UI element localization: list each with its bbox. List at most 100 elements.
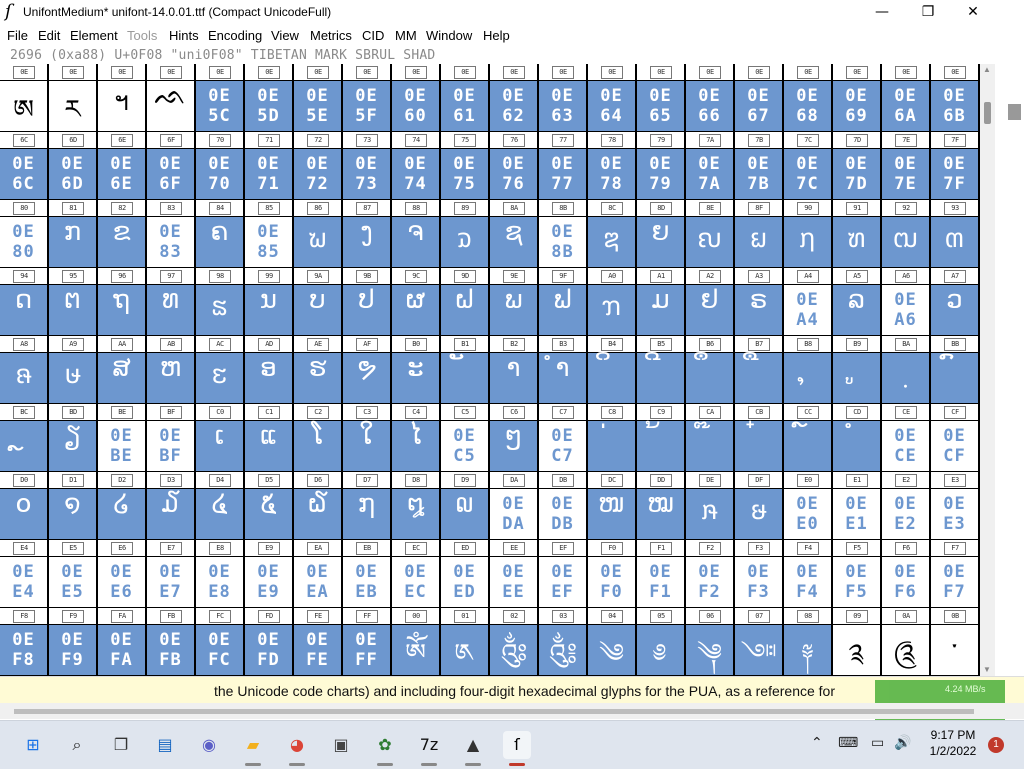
glyph-cell[interactable]: 82 ຂ bbox=[98, 200, 145, 267]
glyph-cell[interactable]: 6D 0E 6D bbox=[49, 132, 96, 199]
glyph-cell[interactable]: E0 0E E0 bbox=[784, 472, 831, 539]
glyph-cell[interactable]: D3 ໓ bbox=[147, 472, 194, 539]
glyph-cell[interactable]: 0B ་ bbox=[931, 608, 978, 675]
close-button[interactable]: ✕ bbox=[950, 0, 996, 24]
menu-file[interactable]: File bbox=[7, 28, 28, 43]
glyph-cell[interactable]: 0E 0E 63 bbox=[539, 64, 586, 131]
menu-window[interactable]: Window bbox=[426, 28, 472, 43]
glyph-cell[interactable]: 92 ຒ bbox=[882, 200, 929, 267]
glyph-cell[interactable]: D1 ໑ bbox=[49, 472, 96, 539]
glyph-cell[interactable]: D7 ໗ bbox=[343, 472, 390, 539]
glyph-cell[interactable]: 03 ༃ bbox=[539, 608, 586, 675]
glyph-cell[interactable]: B9ູ bbox=[833, 336, 880, 403]
glyph-cell[interactable]: 09 ༉ bbox=[833, 608, 880, 675]
7zip-icon[interactable]: 7z bbox=[415, 731, 443, 759]
glyph-cell[interactable]: FE 0E FE bbox=[294, 608, 341, 675]
glyph-cell[interactable]: 8C ຌ bbox=[588, 200, 635, 267]
glyph-cell[interactable]: 0E 0E 67 bbox=[735, 64, 782, 131]
glyph-cell[interactable]: F3 0E F3 bbox=[735, 540, 782, 607]
glyph-cell[interactable]: 85 0E 85 bbox=[245, 200, 292, 267]
glyph-cell[interactable]: 0E 0E 69 bbox=[833, 64, 880, 131]
glyph-cell[interactable]: B4ິ bbox=[588, 336, 635, 403]
glyph-cell[interactable]: 8E ຎ bbox=[686, 200, 733, 267]
glyph-cell[interactable]: D8 ໘ bbox=[392, 472, 439, 539]
glyph-cell[interactable]: 0E 0E 5E bbox=[294, 64, 341, 131]
glyph-cell[interactable]: CB໋ bbox=[735, 404, 782, 471]
glyph-cell[interactable]: B2 າ bbox=[490, 336, 537, 403]
glyph-cell[interactable]: 7F 0E 7F bbox=[931, 132, 978, 199]
glyph-cell[interactable]: C8່ bbox=[588, 404, 635, 471]
glyph-cell[interactable]: 9F ຟ bbox=[539, 268, 586, 335]
glyph-cell[interactable]: 9C ຜ bbox=[392, 268, 439, 335]
glyph-cell[interactable]: A9 ຩ bbox=[49, 336, 96, 403]
glyph-cell[interactable]: 93 ຓ bbox=[931, 200, 978, 267]
glyph-cell[interactable]: A0 ຠ bbox=[588, 268, 635, 335]
glyph-cell[interactable]: D5 ໕ bbox=[245, 472, 292, 539]
glyph-cell[interactable]: CF 0E CF bbox=[931, 404, 978, 471]
glyph-cell[interactable]: DA 0E DA bbox=[490, 472, 537, 539]
glyph-cell[interactable]: EB 0E EB bbox=[343, 540, 390, 607]
glyph-cell[interactable]: A5 ລ bbox=[833, 268, 880, 335]
glyph-cell[interactable]: 83 0E 83 bbox=[147, 200, 194, 267]
glyph-cell[interactable]: AF ຯ bbox=[343, 336, 390, 403]
glyph-cell[interactable]: 75 0E 75 bbox=[441, 132, 488, 199]
teams-chat-icon[interactable]: ◉ bbox=[195, 731, 223, 759]
glyph-cell[interactable]: 8B 0E 8B bbox=[539, 200, 586, 267]
glyph-cell[interactable]: F8 0E F8 bbox=[0, 608, 47, 675]
glyph-cell[interactable]: E5 0E E5 bbox=[49, 540, 96, 607]
maximize-button[interactable]: ❐ bbox=[905, 0, 951, 24]
glyph-cell[interactable]: 91 ຑ bbox=[833, 200, 880, 267]
fontforge-taskbar-icon[interactable]: ſ bbox=[503, 731, 531, 759]
glyph-cell[interactable]: 02 ༂ bbox=[490, 608, 537, 675]
glyph-cell[interactable]: D2 ໒ bbox=[98, 472, 145, 539]
glyph-cell[interactable]: 6E 0E 6E bbox=[98, 132, 145, 199]
glyph-cell[interactable]: B6ຶ bbox=[686, 336, 733, 403]
glyph-cell[interactable]: BD ຽ bbox=[49, 404, 96, 471]
glyph-cell[interactable]: 0E 0E 65 bbox=[637, 64, 684, 131]
volume-icon[interactable]: 🔊 bbox=[894, 735, 911, 751]
glyph-cell[interactable]: F0 0E F0 bbox=[588, 540, 635, 607]
glyph-cell[interactable]: E6 0E E6 bbox=[98, 540, 145, 607]
glyph-cell[interactable]: 0E ᨒ bbox=[147, 64, 194, 131]
horizontal-scrollbar[interactable] bbox=[0, 703, 1024, 719]
glyph-cell[interactable]: C0 ເ bbox=[196, 404, 243, 471]
image-viewer-icon[interactable]: ✿ bbox=[371, 731, 399, 759]
widgets-icon[interactable]: ▤ bbox=[151, 731, 179, 759]
glyph-cell[interactable]: DB 0E DB bbox=[539, 472, 586, 539]
glyph-cell[interactable]: 7E 0E 7E bbox=[882, 132, 929, 199]
glyph-cell[interactable]: 0A ༊ bbox=[882, 608, 929, 675]
glyph-cell[interactable]: 95 ຕ bbox=[49, 268, 96, 335]
glyph-cell[interactable]: 0E 0E 62 bbox=[490, 64, 537, 131]
glyph-cell[interactable]: 0E 0E 64 bbox=[588, 64, 635, 131]
glyph-cell[interactable]: D9 ໙ bbox=[441, 472, 488, 539]
glyph-cell[interactable]: F7 0E F7 bbox=[931, 540, 978, 607]
glyph-cell[interactable]: CA໊ bbox=[686, 404, 733, 471]
glyph-cell[interactable]: 05 ༅ bbox=[637, 608, 684, 675]
glyph-cell[interactable]: FB 0E FB bbox=[147, 608, 194, 675]
glyph-grid[interactable]: 0E ཨ 0E ཪ 0E ฯ 0E ᨒ 0E 0E 5C 0E 0E 5D 0E 0E 5E 0E 0E 5F… bbox=[0, 64, 980, 676]
glyph-cell[interactable]: DF ໟ bbox=[735, 472, 782, 539]
glyph-cell[interactable]: BF 0E BF bbox=[147, 404, 194, 471]
network-icon[interactable]: ▭ bbox=[871, 735, 884, 751]
glyph-cell[interactable]: 71 0E 71 bbox=[245, 132, 292, 199]
glyph-cell[interactable]: C6 ໆ bbox=[490, 404, 537, 471]
glyph-cell[interactable]: 78 0E 78 bbox=[588, 132, 635, 199]
glyph-cell[interactable]: B3 ຳ bbox=[539, 336, 586, 403]
store-icon[interactable]: ▣ bbox=[327, 731, 355, 759]
glyph-cell[interactable]: 90 ຐ bbox=[784, 200, 831, 267]
glyph-cell[interactable]: 7B 0E 7B bbox=[735, 132, 782, 199]
glyph-cell[interactable]: DE ໞ bbox=[686, 472, 733, 539]
glyph-cell[interactable]: FC 0E FC bbox=[196, 608, 243, 675]
glyph-cell[interactable]: AA ສ bbox=[98, 336, 145, 403]
glyph-cell[interactable]: E3 0E E3 bbox=[931, 472, 978, 539]
glyph-cell[interactable]: EA 0E EA bbox=[294, 540, 341, 607]
glyph-cell[interactable]: 0E 0E 68 bbox=[784, 64, 831, 131]
glyph-cell[interactable]: A4 0E A4 bbox=[784, 268, 831, 335]
glyph-cell[interactable]: 0E 0E 6A bbox=[882, 64, 929, 131]
glyph-cell[interactable]: 0E 0E 60 bbox=[392, 64, 439, 131]
glyph-cell[interactable]: 79 0E 79 bbox=[637, 132, 684, 199]
menu-mm[interactable]: MM bbox=[395, 28, 417, 43]
menu-cid[interactable]: CID bbox=[362, 28, 384, 43]
outer-vertical-scrollbar[interactable] bbox=[1005, 0, 1024, 703]
glyph-cell[interactable]: C7 0E C7 bbox=[539, 404, 586, 471]
